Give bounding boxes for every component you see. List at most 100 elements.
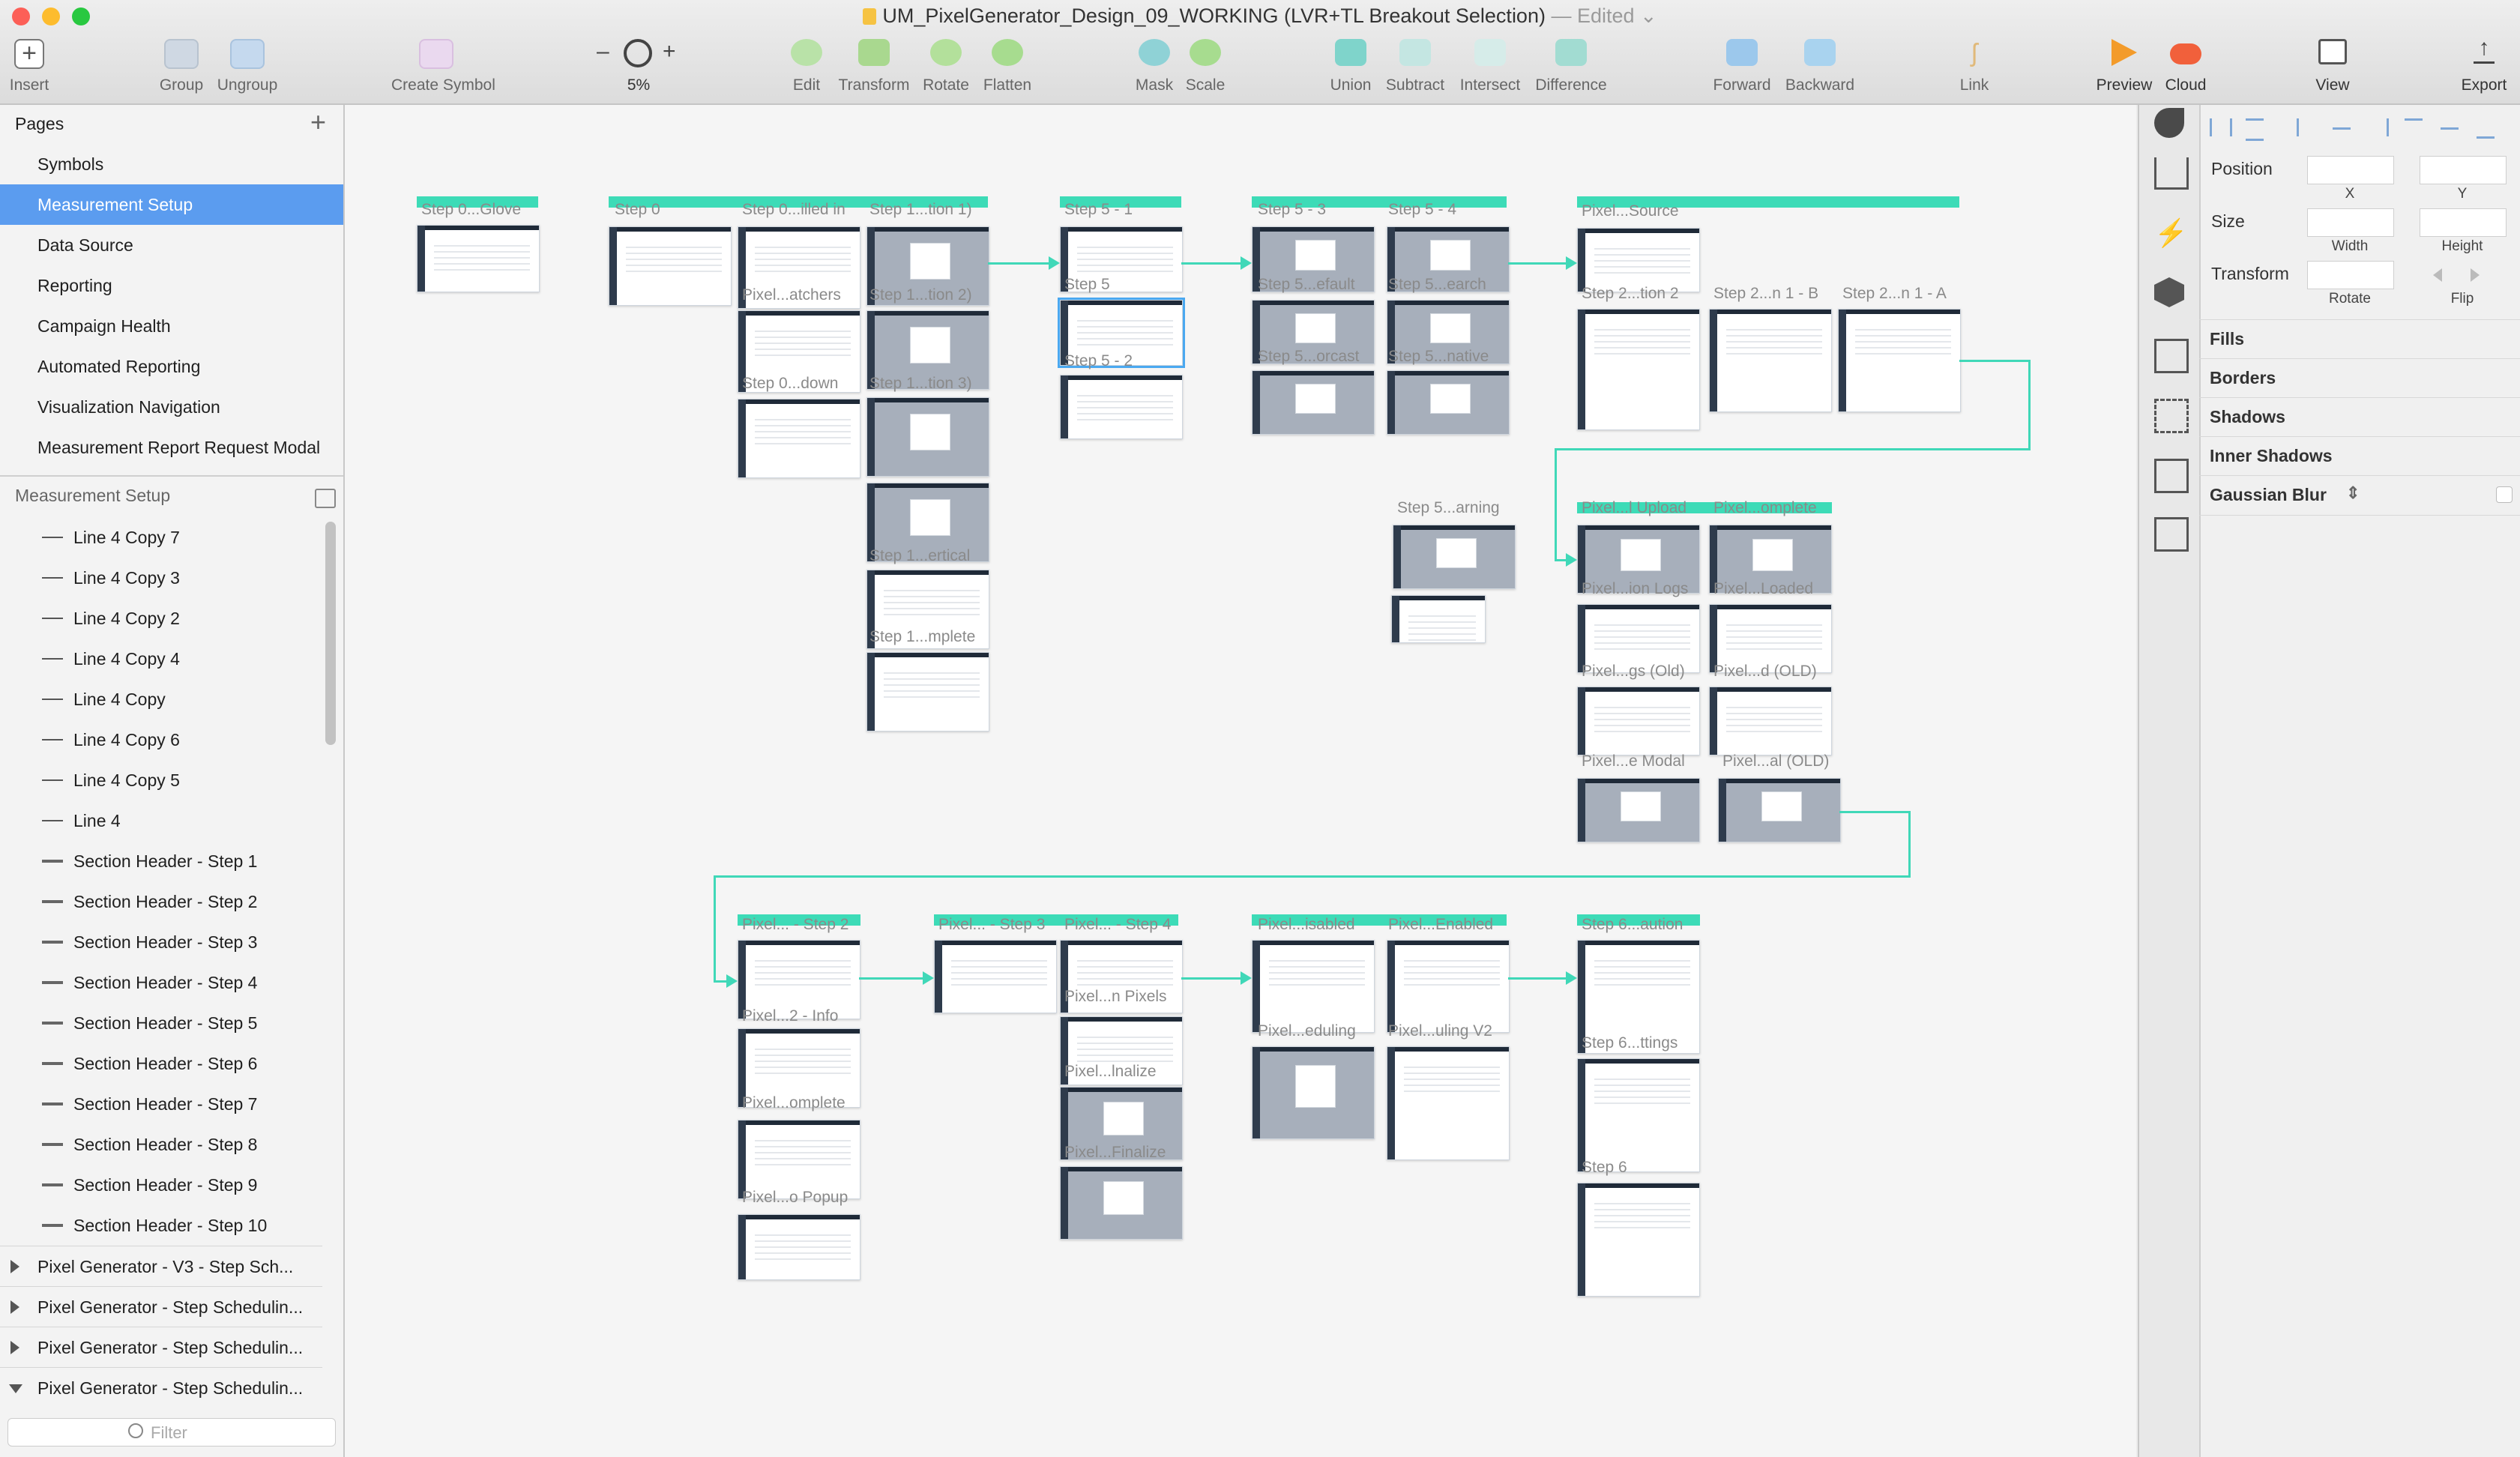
page-item[interactable]: Reporting: [0, 265, 343, 306]
width-field[interactable]: [2307, 208, 2394, 237]
flow-connector[interactable]: [988, 262, 1057, 265]
artboard-label[interactable]: Pixel...gs (Old): [1582, 663, 1685, 681]
disclosure-open-icon[interactable]: [9, 1384, 22, 1393]
page-item[interactable]: Symbols: [0, 144, 343, 184]
flow-connector[interactable]: [1908, 811, 1911, 875]
artboard-thumbnail[interactable]: [1709, 309, 1832, 412]
add-page-button[interactable]: +: [310, 106, 326, 138]
artboard-label[interactable]: Pixel...d (OLD): [1713, 663, 1817, 681]
artboard-label[interactable]: Step 5 - 3: [1258, 201, 1326, 219]
hexagon-icon[interactable]: [2154, 277, 2184, 307]
flow-connector[interactable]: [1555, 448, 2031, 450]
artboard-thumbnail[interactable]: [1060, 1166, 1183, 1240]
artboard-thumbnail[interactable]: [1709, 687, 1832, 755]
artboard-thumbnail[interactable]: [1718, 778, 1841, 842]
position-y-field[interactable]: [2420, 156, 2507, 184]
page-item[interactable]: Measurement Report Request Modal: [0, 427, 343, 468]
layer-row[interactable]: Section Header - Step 5: [0, 1003, 322, 1043]
flow-connector[interactable]: [2028, 360, 2031, 448]
layer-row[interactable]: Section Header - Step 9: [0, 1165, 322, 1205]
page-item[interactable]: Visualization Navigation: [0, 387, 343, 427]
flip-horizontal-icon[interactable]: [2424, 264, 2457, 286]
artboard-thumbnail[interactable]: [1252, 370, 1375, 435]
zoom-out-button[interactable]: –: [597, 39, 609, 64]
artboard-thumbnail[interactable]: [1577, 309, 1700, 430]
artboard-thumbnail[interactable]: [1387, 940, 1510, 1033]
borders-section[interactable]: Borders: [2199, 358, 2520, 398]
artboard-label[interactable]: Step 1...ertical: [869, 547, 970, 565]
layer-row[interactable]: Line 4 Copy 4: [0, 639, 322, 679]
layer-row[interactable]: Section Header - Step 2: [0, 881, 322, 922]
artboard-thumbnail[interactable]: [1387, 370, 1510, 435]
selection-icon[interactable]: [2154, 399, 2189, 433]
artboard-thumbnail[interactable]: [1838, 309, 1961, 412]
artboard-label[interactable]: Step 0...Glove: [421, 201, 521, 219]
artboard-label[interactable]: Step 0...illed in: [742, 201, 845, 219]
color-wheel-icon[interactable]: [2154, 108, 2184, 138]
artboard-label[interactable]: Step 5 - 4: [1388, 201, 1456, 219]
artboard-label[interactable]: Step 0: [615, 201, 660, 219]
layer-row[interactable]: Section Header - Step 10: [0, 1205, 322, 1246]
layer-row[interactable]: Line 4 Copy: [0, 679, 322, 720]
inner-shadows-section[interactable]: Inner Shadows: [2199, 436, 2520, 476]
artboard-label[interactable]: Pixel...al (OLD): [1722, 752, 1829, 770]
stepper-icon[interactable]: ⇕: [2346, 483, 2360, 503]
scale-button[interactable]: Scale: [1160, 34, 1250, 100]
artboard-label[interactable]: Step 1...tion 2): [869, 286, 972, 304]
layer-row[interactable]: Section Header - Step 6: [0, 1043, 322, 1084]
layer-row[interactable]: Line 4 Copy 2: [0, 598, 322, 639]
artboard-label[interactable]: Step 6...ttings: [1582, 1034, 1678, 1052]
artboard-label[interactable]: Step 5...efault: [1258, 276, 1355, 294]
cloud-button[interactable]: Cloud: [2141, 34, 2231, 100]
layer-row[interactable]: Line 4 Copy 5: [0, 760, 322, 800]
artboard-label[interactable]: Step 5 - 1: [1064, 201, 1133, 219]
artboard-thumbnail[interactable]: [934, 940, 1057, 1013]
flow-connector[interactable]: [714, 875, 716, 980]
artboard-label[interactable]: Step 5...arning: [1397, 499, 1500, 517]
flow-connector[interactable]: [859, 977, 931, 980]
artboard-thumbnail[interactable]: [1577, 687, 1700, 755]
layer-row[interactable]: Line 4 Copy 7: [0, 517, 322, 558]
artboard-label[interactable]: Pixel...2 - Info: [742, 1007, 838, 1025]
flow-connector[interactable]: [1555, 448, 1557, 559]
artboard-thumbnail[interactable]: [609, 226, 732, 306]
artboard-thumbnail[interactable]: [738, 399, 860, 478]
artboard-label[interactable]: Pixel... - Step 3: [938, 916, 1045, 934]
flatten-button[interactable]: Flatten: [962, 34, 1052, 100]
shadows-section[interactable]: Shadows: [2199, 397, 2520, 437]
export-button[interactable]: ↑ Export: [2439, 34, 2520, 100]
artboard-label[interactable]: Pixel...Loaded: [1713, 580, 1813, 598]
add-image-icon[interactable]: [2154, 517, 2189, 552]
rotate-field[interactable]: [2307, 261, 2394, 289]
fills-section[interactable]: Fills: [2199, 319, 2520, 359]
artboard-label[interactable]: Pixel...eduling: [1258, 1022, 1356, 1040]
share-icon[interactable]: [2154, 157, 2189, 190]
distribute-horizontal-icon[interactable]: [2210, 118, 2232, 136]
artboard-label[interactable]: Step 0...down: [742, 375, 838, 393]
collapse-icon[interactable]: [315, 489, 336, 508]
disclosure-closed-icon[interactable]: [10, 1300, 19, 1314]
edited-status[interactable]: — Edited: [1551, 4, 1634, 27]
align-left-icon[interactable]: [2297, 118, 2317, 136]
align-bottom-icon[interactable]: [2477, 118, 2495, 139]
layer-row[interactable]: Section Header - Step 1: [0, 841, 322, 881]
chevron-down-icon[interactable]: ⌄: [1635, 4, 1657, 27]
layer-row[interactable]: Line 4: [0, 800, 322, 841]
align-middle-icon[interactable]: [2441, 127, 2459, 130]
artboard-label[interactable]: Step 2...n 1 - B: [1713, 285, 1818, 303]
artboard-label[interactable]: Pixel...n Pixels: [1064, 988, 1167, 1006]
artboard-thumbnail[interactable]: [1577, 1058, 1700, 1172]
artboard-label[interactable]: Step 5: [1064, 276, 1110, 294]
artboard-label[interactable]: Pixel...omplete: [742, 1094, 845, 1112]
artboard-label[interactable]: Step 1...mplete: [869, 628, 975, 646]
artboard-label[interactable]: Step 5...earch: [1388, 276, 1486, 294]
artboard-label[interactable]: Pixel...omplete: [1713, 499, 1817, 517]
artboard-thumbnail[interactable]: [1387, 1046, 1510, 1160]
artboard-label[interactable]: Pixel...lnalize: [1064, 1063, 1157, 1081]
gaussian-blur-section[interactable]: Gaussian Blur ⇕: [2199, 475, 2520, 516]
flow-connector[interactable]: [1508, 262, 1574, 265]
edit-image-icon[interactable]: [2154, 459, 2189, 493]
artboard-thumbnail[interactable]: [1252, 940, 1375, 1033]
position-x-field[interactable]: [2307, 156, 2394, 184]
height-field[interactable]: [2420, 208, 2507, 237]
